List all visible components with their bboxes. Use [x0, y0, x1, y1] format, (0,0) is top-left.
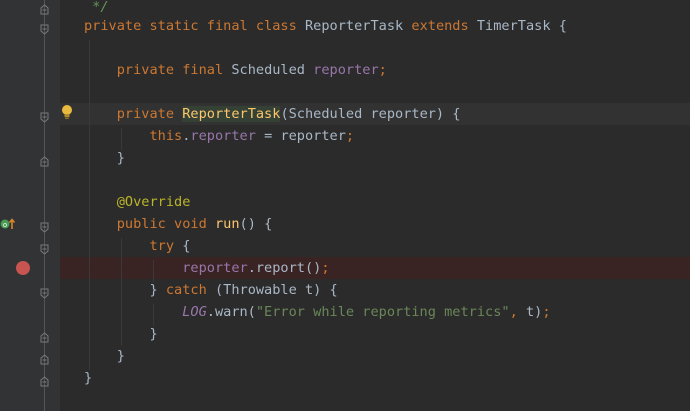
- code-token: }: [84, 150, 125, 166]
- breakpoint-icon[interactable]: [16, 261, 30, 275]
- code-line[interactable]: this.reporter = reporter;: [84, 125, 354, 147]
- code-token: extends: [411, 18, 477, 34]
- code-token: private: [84, 106, 183, 122]
- code-area[interactable]: */private static final class ReporterTas…: [60, 0, 690, 411]
- code-token: private static final class: [84, 18, 305, 34]
- code-line[interactable]: @Override: [84, 191, 191, 213]
- code-token: (Throwable t) {: [214, 282, 338, 298]
- code-token: LOG: [84, 304, 207, 320]
- code-line[interactable]: try {: [84, 235, 190, 257]
- code-token: try: [84, 238, 183, 254]
- fold-marker-icon[interactable]: [40, 284, 49, 299]
- fold-marker-icon[interactable]: [40, 152, 49, 167]
- overrides-method-icon[interactable]: o: [0, 216, 18, 230]
- editor-gutter[interactable]: [0, 0, 60, 411]
- code-token: ;: [378, 62, 387, 78]
- code-token: Scheduled: [231, 62, 314, 78]
- code-token: catch: [165, 282, 215, 298]
- code-line[interactable]: private final Scheduled reporter;: [84, 59, 387, 81]
- code-line[interactable]: private static final class ReporterTask …: [84, 15, 567, 37]
- code-line[interactable]: }: [84, 367, 92, 389]
- code-line[interactable]: LOG.warn("Error while reporting metrics"…: [84, 301, 551, 323]
- code-line[interactable]: }: [84, 147, 125, 169]
- code-line[interactable]: } catch (Throwable t) {: [84, 279, 338, 301]
- code-token: TimerTask {: [476, 18, 567, 34]
- code-token: ;: [345, 128, 355, 144]
- intention-bulb-icon[interactable]: [60, 104, 74, 120]
- code-token: reporter: [84, 260, 248, 276]
- code-line[interactable]: }: [84, 323, 158, 345]
- fold-marker-icon[interactable]: [40, 328, 49, 343]
- svg-text:o: o: [3, 221, 7, 229]
- fold-marker-icon[interactable]: [40, 350, 49, 365]
- code-token: {: [182, 238, 191, 254]
- fold-marker-icon[interactable]: [40, 372, 49, 387]
- code-token: run: [214, 216, 240, 232]
- code-line[interactable]: reporter.report();: [84, 257, 330, 279]
- fold-marker-icon[interactable]: [40, 20, 49, 35]
- code-token: ,: [509, 304, 526, 320]
- code-token: () {: [239, 216, 273, 232]
- code-token: ;: [542, 304, 551, 320]
- code-token: this: [84, 128, 183, 144]
- code-token: t): [525, 304, 543, 320]
- code-token: private final: [84, 62, 232, 78]
- code-token: "Error while reporting metrics": [255, 304, 510, 320]
- code-token: }: [84, 348, 125, 364]
- code-line[interactable]: private ReporterTask(Scheduled reporter)…: [84, 103, 461, 125]
- code-token: = reporter: [255, 128, 346, 144]
- code-token: }: [84, 370, 93, 386]
- code-line[interactable]: public void run() {: [84, 213, 273, 235]
- code-token: }: [84, 326, 158, 342]
- fold-marker-icon[interactable]: [40, 218, 49, 233]
- fold-marker-icon[interactable]: [40, 0, 49, 15]
- code-token: @Override: [84, 194, 191, 210]
- code-token: ReporterTask: [182, 106, 281, 122]
- fold-marker-icon[interactable]: [40, 108, 49, 123]
- code-token: reporter: [313, 62, 379, 78]
- code-token: .warn(: [206, 304, 256, 320]
- fold-marker-icon[interactable]: [40, 240, 49, 255]
- code-token: ReporterTask: [304, 18, 412, 34]
- code-token: .report(): [247, 260, 322, 276]
- code-token: public void: [84, 216, 215, 232]
- code-token: }: [84, 282, 166, 298]
- code-token: */: [84, 0, 109, 15]
- code-editor[interactable]: */private static final class ReporterTas…: [0, 0, 690, 411]
- code-token: ;: [321, 260, 330, 276]
- code-line[interactable]: }: [84, 345, 125, 367]
- code-token: (Scheduled reporter) {: [280, 106, 461, 122]
- code-token: reporter: [190, 128, 256, 144]
